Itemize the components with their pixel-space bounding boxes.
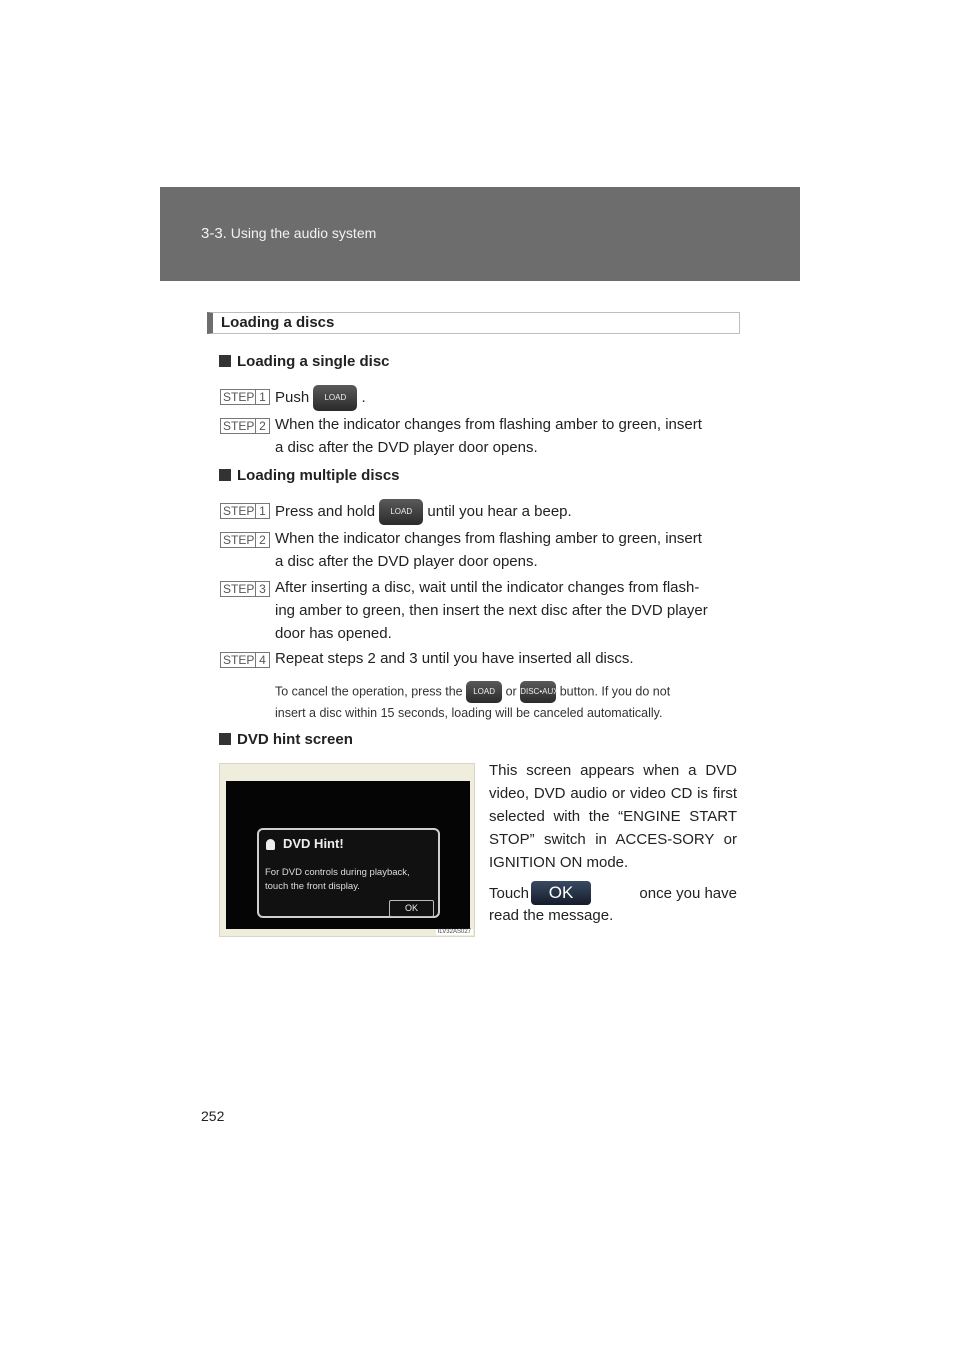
step-text-continued: door has opened. — [275, 625, 392, 642]
dialog-ok-button: OK — [389, 900, 434, 917]
dvd-hint-screenshot: DVD Hint! For DVD controls during playba… — [219, 763, 475, 937]
note-text-continued: insert a disc within 15 seconds, loading… — [275, 706, 663, 720]
step-badge: STEP 4 — [220, 652, 270, 668]
dialog-line: touch the front display. — [265, 881, 360, 892]
step-text-pre: Press and hold — [275, 502, 376, 520]
step-badge: STEP 2 — [220, 418, 270, 434]
load-button-icon: LOAD — [379, 499, 424, 525]
section-name: Using the audio system — [230, 225, 377, 241]
subheading-single: Loading a single disc — [219, 353, 390, 370]
note-pre: To cancel the operation, press the — [275, 684, 463, 699]
section-heading: Loading a discs — [207, 312, 740, 334]
load-button-icon: LOAD — [466, 681, 503, 703]
step-number: 1 — [255, 390, 269, 404]
square-bullet-icon — [219, 733, 231, 745]
step-number: 1 — [255, 504, 269, 518]
subheading-multiple: Loading multiple discs — [219, 467, 400, 484]
step-text-post: . — [361, 388, 366, 406]
dvd-hint-instruction-continued: read the message. — [489, 907, 614, 924]
dvd-hint-paragraph: This screen appears when a DVD video, DV… — [489, 762, 737, 871]
step-word: STEP — [223, 653, 255, 667]
step-word: STEP — [223, 533, 255, 547]
subheading-text: Loading multiple discs — [237, 467, 400, 484]
step-badge: STEP 3 — [220, 581, 270, 597]
instruction-post-part: once you have — [639, 884, 737, 902]
step-text-post: until you hear a beep. — [427, 502, 572, 520]
step-word: STEP — [223, 582, 255, 596]
step-text: When the indicator changes from flashing… — [275, 416, 702, 433]
subheading-dvd-hint: DVD hint screen — [219, 731, 353, 748]
step-text: Press and hold LOAD until you hear a bee… — [275, 499, 572, 525]
page-number: 252 — [201, 1108, 225, 1124]
dialog-title: DVD Hint! — [283, 836, 344, 851]
subheading-text: Loading a single disc — [237, 353, 390, 370]
step-text-continued: ing amber to green, then insert the next… — [275, 602, 708, 619]
step-word: STEP — [223, 390, 255, 404]
chapter-header: 3-3. Using the audio system — [160, 187, 800, 281]
chapter-number: 3-3. — [201, 225, 227, 242]
dialog-line: For DVD controls during playback, — [265, 867, 410, 878]
step-number: 2 — [255, 533, 269, 547]
disc-aux-button-icon: DISC•AUX — [520, 681, 559, 703]
step-text-continued: a disc after the DVD player door opens. — [275, 553, 538, 570]
image-code: ILV32AS027 — [435, 929, 473, 935]
dialog-body: For DVD controls during playback, touch … — [265, 866, 435, 894]
note-post: button. If you do not — [559, 684, 671, 699]
load-button-icon: LOAD — [313, 385, 358, 411]
step-text-continued: a disc after the DVD player door opens. — [275, 439, 538, 456]
ok-button-icon: OK — [531, 881, 592, 905]
square-bullet-icon — [219, 355, 231, 367]
step-badge: STEP 2 — [220, 532, 270, 548]
step-text: When the indicator changes from flashing… — [275, 530, 702, 547]
instruction-pre: Touch — [489, 884, 530, 902]
step-number: 3 — [255, 582, 269, 596]
step-badge: STEP 1 — [220, 503, 270, 519]
note-mid: or — [505, 684, 517, 699]
step-word: STEP — [223, 419, 255, 433]
dvd-hint-instruction: Touch OK once you have — [489, 881, 737, 905]
step-word: STEP — [223, 504, 255, 518]
step-text: Push LOAD . — [275, 385, 366, 411]
display-screen: DVD Hint! For DVD controls during playba… — [226, 781, 470, 929]
step-text: Repeat steps 2 and 3 until you have inse… — [275, 650, 634, 667]
hint-dialog: DVD Hint! For DVD controls during playba… — [257, 828, 440, 918]
lightbulb-icon — [266, 839, 275, 850]
step-number: 4 — [255, 653, 269, 667]
square-bullet-icon — [219, 469, 231, 481]
instruction-post-wrap: once you have — [593, 882, 737, 905]
subheading-text: DVD hint screen — [237, 731, 353, 748]
step-badge: STEP 1 — [220, 389, 270, 405]
step-text: After inserting a disc, wait until the i… — [275, 579, 700, 596]
note-text: To cancel the operation, press the LOAD … — [275, 681, 737, 703]
breadcrumb: 3-3. Using the audio system — [201, 225, 376, 242]
step-number: 2 — [255, 419, 269, 433]
step-text-pre: Push — [275, 388, 310, 406]
